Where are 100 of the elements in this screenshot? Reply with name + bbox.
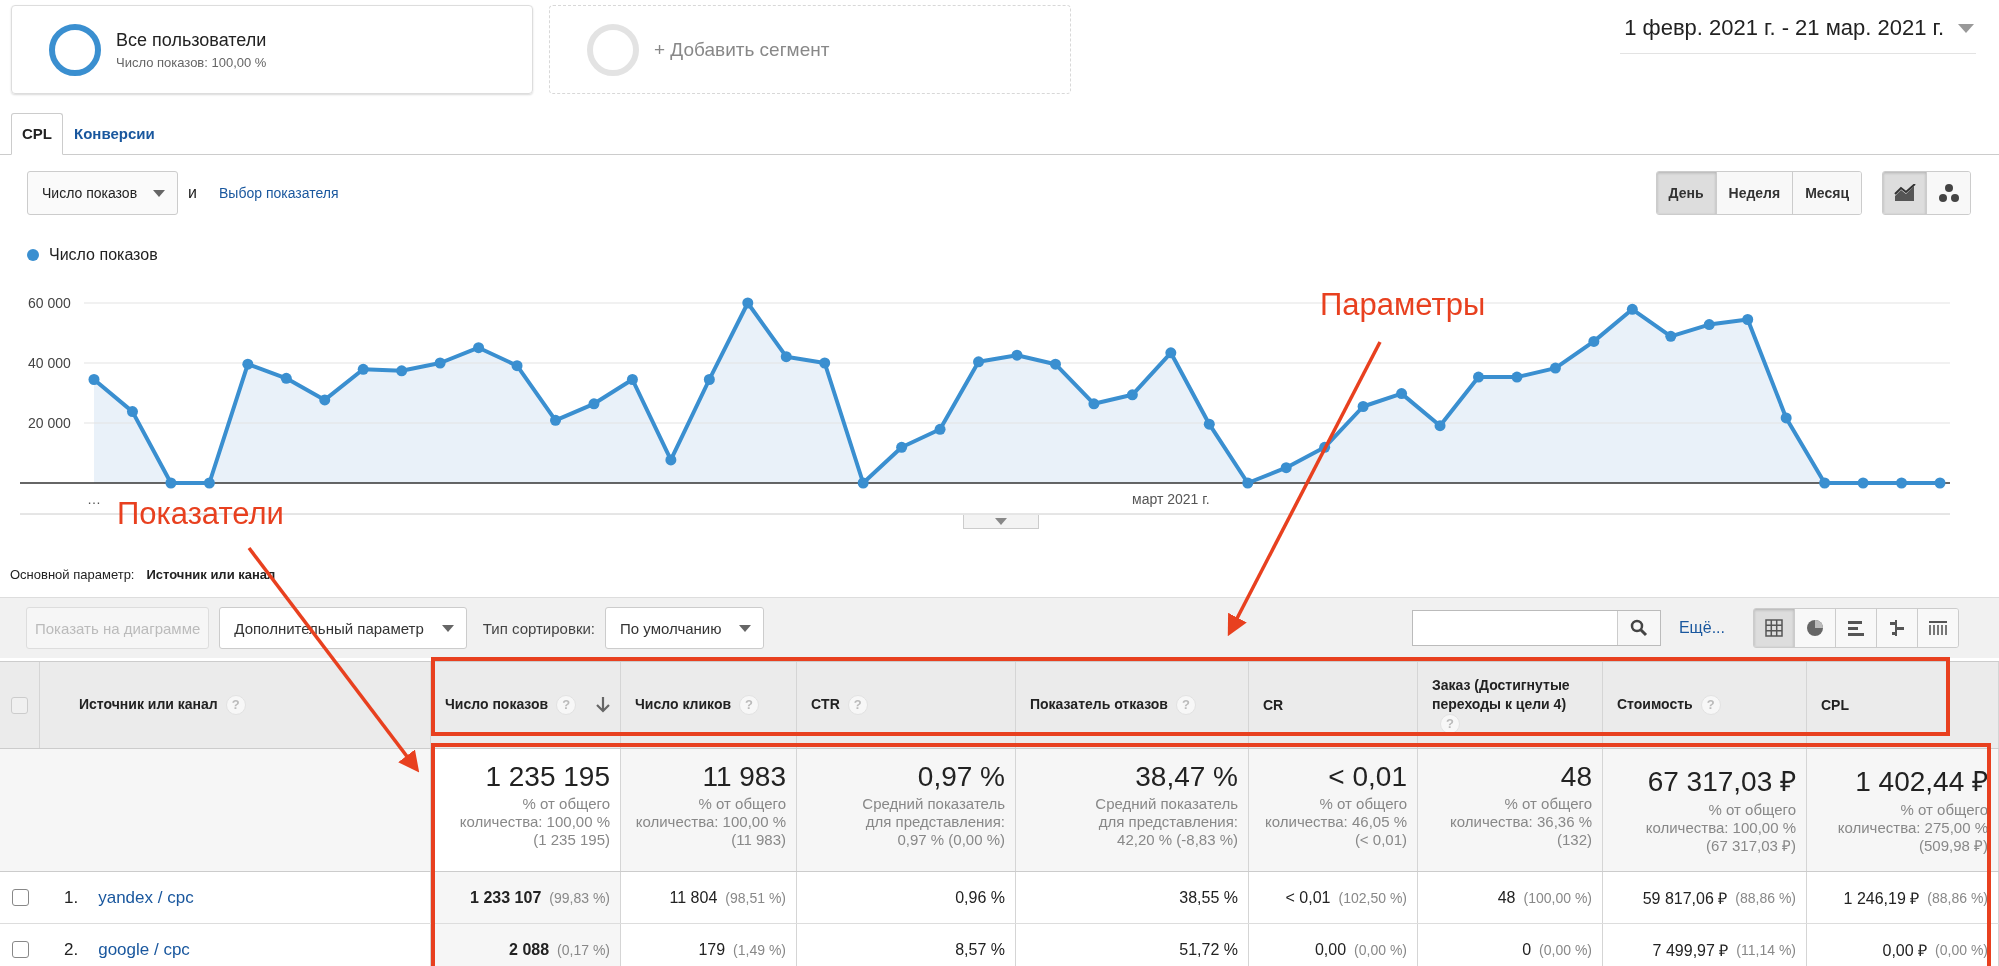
total-value: 67 317,03 ₽ bbox=[1647, 765, 1796, 799]
pivot-icon bbox=[1928, 619, 1948, 637]
sort-type-dropdown[interactable]: По умолчанию bbox=[605, 607, 765, 649]
total-value: < 0,01 bbox=[1328, 761, 1407, 793]
ring-icon bbox=[586, 22, 640, 77]
data-point bbox=[1742, 314, 1754, 325]
data-point bbox=[511, 360, 523, 372]
more-link[interactable]: Ещё... bbox=[1678, 619, 1725, 637]
view-button[interactable] bbox=[1918, 609, 1958, 647]
data-point bbox=[819, 357, 831, 369]
column-header[interactable]: Показатель отказов ? bbox=[1016, 662, 1249, 748]
data-point bbox=[319, 394, 331, 406]
table-cell: 7 499,97 ₽ (11,14 %) bbox=[1603, 924, 1807, 966]
data-point bbox=[1896, 477, 1908, 489]
table-cell: 11 804 (98,51 %) bbox=[621, 872, 797, 923]
metric-dropdown[interactable]: Число показов bbox=[27, 171, 179, 215]
caret-icon bbox=[1958, 23, 1974, 33]
legend-label: Число показов bbox=[49, 246, 158, 264]
view-button[interactable] bbox=[1754, 609, 1795, 647]
data-point bbox=[1126, 389, 1138, 401]
ring-icon bbox=[48, 22, 102, 77]
data-point bbox=[434, 357, 446, 369]
column-header[interactable]: Стоимость ? bbox=[1603, 662, 1807, 748]
collapse-handle[interactable] bbox=[963, 515, 1039, 529]
annotation-label: Показатели bbox=[117, 496, 284, 532]
table-cell: 0 (0,00 %) bbox=[1418, 924, 1603, 966]
column-header[interactable]: Число кликов ? bbox=[621, 662, 797, 748]
data-point bbox=[780, 351, 792, 363]
caret-icon bbox=[739, 624, 752, 632]
data-point bbox=[1857, 477, 1869, 489]
data-point bbox=[588, 398, 600, 410]
data-point bbox=[1780, 412, 1792, 424]
view-button[interactable] bbox=[1877, 609, 1918, 647]
data-point bbox=[1280, 462, 1292, 474]
period-button[interactable]: Неделя bbox=[1716, 172, 1794, 214]
row-checkbox[interactable] bbox=[11, 889, 29, 906]
total-note: Средний показатель для представления: 42,20 % (-8,83 %) bbox=[1094, 795, 1238, 849]
data-point bbox=[934, 423, 946, 435]
data-point bbox=[1511, 371, 1523, 383]
segment-card[interactable]: + Добавить сегмент bbox=[549, 5, 1071, 94]
data-point bbox=[1357, 401, 1369, 412]
data-point bbox=[896, 441, 908, 453]
row-checkbox[interactable] bbox=[11, 941, 29, 958]
tab[interactable]: Конверсии bbox=[63, 113, 166, 155]
search-icon[interactable] bbox=[1629, 619, 1648, 637]
segment-title: Все пользователи bbox=[116, 29, 267, 51]
data-point bbox=[857, 477, 869, 489]
total-value: 1 402,44 ₽ bbox=[1855, 765, 1988, 799]
primary-dimension-label: Основной параметр: bbox=[10, 567, 135, 583]
view-button[interactable] bbox=[1795, 609, 1836, 647]
table-cell: 0,00 (0,00 %) bbox=[1249, 924, 1418, 966]
period-button[interactable]: Месяц bbox=[1793, 172, 1861, 214]
line-chart-icon bbox=[1893, 184, 1916, 202]
data-point bbox=[703, 374, 715, 385]
view-button[interactable] bbox=[1836, 609, 1877, 647]
total-value: 11 983 bbox=[702, 761, 786, 793]
data-point bbox=[1703, 319, 1715, 331]
chart-type-button[interactable] bbox=[1883, 172, 1927, 214]
total-value: 48 bbox=[1560, 761, 1592, 793]
total-note: % от общего количества: 46,05 % (< 0,01) bbox=[1264, 795, 1407, 849]
segment-card[interactable]: Все пользователи Число показов: 100,00 % bbox=[11, 5, 533, 94]
total-note: % от общего количества: 36,36 % (132) bbox=[1449, 795, 1592, 849]
data-point bbox=[1665, 330, 1677, 342]
bar-chart-icon bbox=[1847, 619, 1865, 637]
conjunction-text: и bbox=[188, 184, 197, 202]
source-link[interactable]: google / cpc bbox=[98, 939, 190, 960]
chart-type-button[interactable] bbox=[1927, 172, 1970, 214]
data-point bbox=[1434, 420, 1446, 432]
data-point bbox=[1088, 398, 1100, 410]
metric-picker-link[interactable]: Выбор показателя bbox=[219, 185, 339, 201]
date-range-picker[interactable]: 1 февр. 2021 г. - 21 мар. 2021 г. bbox=[1620, 15, 1976, 54]
data-point bbox=[1588, 335, 1600, 347]
data-point bbox=[396, 365, 408, 377]
comparison-icon bbox=[1888, 619, 1906, 637]
column-header[interactable]: Заказ (Достигнутые переходы к цели 4) ? bbox=[1418, 662, 1603, 748]
select-all-checkbox[interactable] bbox=[11, 696, 28, 714]
table-cell: 1 246,19 ₽ (88,86 %) bbox=[1807, 872, 1999, 923]
caret-icon bbox=[153, 189, 166, 197]
data-point bbox=[88, 374, 100, 385]
table-cell: 179 (1,49 %) bbox=[621, 924, 797, 966]
column-header[interactable]: Источник или канал ? bbox=[40, 662, 431, 748]
data-point bbox=[280, 372, 292, 384]
total-value: 38,47 % bbox=[1135, 761, 1238, 793]
column-header[interactable]: CPL bbox=[1807, 662, 1999, 748]
column-header[interactable]: Число показов ? bbox=[431, 662, 621, 748]
search-field[interactable] bbox=[1411, 610, 1661, 646]
data-point bbox=[242, 358, 254, 370]
data-point bbox=[1011, 349, 1023, 361]
period-button[interactable]: День bbox=[1656, 172, 1717, 214]
column-header[interactable]: CTR ? bbox=[797, 662, 1016, 748]
tab[interactable]: CPL bbox=[11, 113, 63, 155]
data-point bbox=[973, 356, 985, 368]
table-cell: 51,72 % bbox=[1016, 924, 1249, 966]
segment-subtitle: Число показов: 100,00 % bbox=[116, 54, 267, 70]
sort-arrow-icon bbox=[596, 697, 610, 713]
data-point bbox=[1165, 347, 1177, 359]
data-point bbox=[1626, 303, 1638, 315]
source-link[interactable]: yandex / cpc bbox=[98, 887, 194, 908]
caret-icon bbox=[995, 518, 1007, 525]
column-header[interactable]: CR bbox=[1249, 662, 1418, 748]
